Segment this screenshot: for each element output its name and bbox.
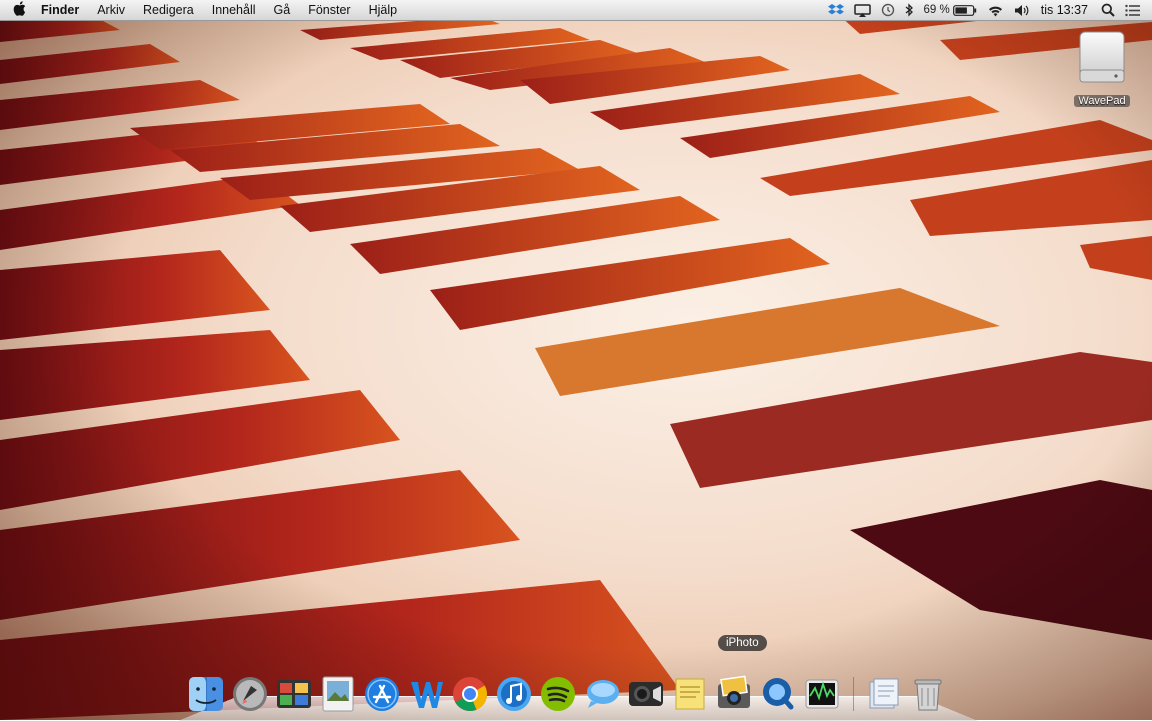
stickies-icon[interactable] <box>670 674 710 714</box>
itunes-icon[interactable] <box>494 674 534 714</box>
launchpad-icon[interactable] <box>230 674 270 714</box>
messages-icon[interactable] <box>582 674 622 714</box>
time-machine-icon[interactable] <box>881 0 895 20</box>
spotlight-icon[interactable] <box>1101 0 1115 20</box>
dock-tooltip: iPhoto <box>718 635 767 651</box>
app-store-icon[interactable] <box>362 674 402 714</box>
external-drive-icon <box>1076 30 1128 91</box>
preview-icon[interactable] <box>318 674 358 714</box>
activity-monitor-icon[interactable] <box>802 674 842 714</box>
dropbox-icon[interactable] <box>827 0 844 20</box>
iphoto-icon[interactable] <box>714 674 754 714</box>
bluetooth-icon[interactable] <box>905 0 914 20</box>
menu-arkiv[interactable]: Arkiv <box>88 0 134 20</box>
quicktime-icon[interactable] <box>758 674 798 714</box>
drive-label: WavePad <box>1074 95 1130 107</box>
notification-center-icon[interactable] <box>1125 0 1141 20</box>
menu-extras: 69 % tis 13:37 <box>823 0 1152 20</box>
spotify-icon[interactable] <box>538 674 578 714</box>
menu-clock[interactable]: tis 13:37 <box>1041 3 1088 17</box>
battery-icon <box>952 4 977 16</box>
volume-icon[interactable] <box>1014 0 1030 20</box>
facetime-icon[interactable] <box>626 674 666 714</box>
menu-fonster[interactable]: Fönster <box>299 0 359 20</box>
photo-booth-icon[interactable] <box>274 674 314 714</box>
finder-icon[interactable] <box>186 674 226 714</box>
battery-percent: 69 % <box>923 4 950 16</box>
wallpaper-image <box>0 0 1152 720</box>
menu-bar: Finder Arkiv Redigera Innehåll Gå Fönste… <box>0 0 1152 21</box>
menu-ga[interactable]: Gå <box>265 0 300 20</box>
menu-finder[interactable]: Finder <box>32 0 88 20</box>
dock-separator <box>846 674 860 714</box>
documents-stack-icon[interactable] <box>864 674 904 714</box>
desktop-wallpaper <box>0 0 1152 720</box>
apple-logo-icon[interactable] <box>6 1 32 19</box>
battery-status[interactable]: 69 % <box>924 0 977 20</box>
menu-hjalp[interactable]: Hjälp <box>360 0 407 20</box>
chrome-icon[interactable] <box>450 674 490 714</box>
menu-innehall[interactable]: Innehåll <box>203 0 265 20</box>
menu-redigera[interactable]: Redigera <box>134 0 203 20</box>
word-icon[interactable] <box>406 674 446 714</box>
dock <box>186 666 948 714</box>
trash-icon[interactable] <box>908 674 948 714</box>
airplay-icon[interactable] <box>853 0 871 20</box>
desktop-drive-wavepad[interactable]: WavePad <box>1066 30 1138 107</box>
wifi-icon[interactable] <box>987 0 1004 20</box>
